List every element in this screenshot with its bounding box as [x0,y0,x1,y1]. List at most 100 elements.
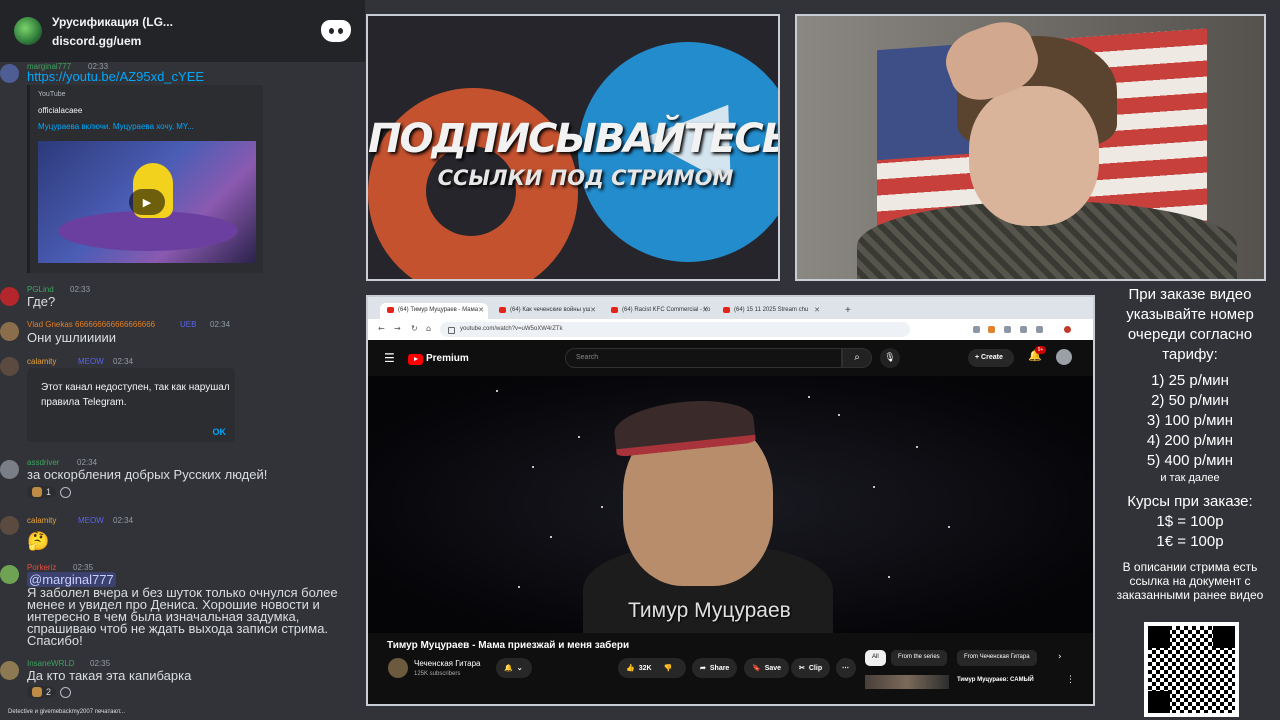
profile-icon[interactable] [1064,326,1071,333]
order-info-panel: При заказе видео указывайте номер очеред… [1100,282,1280,720]
youtube-header: ☰ Premium Search ⌕ 🎙 + Create 🔔 9+ [368,340,1093,376]
chevron-down-icon: ⌄ [516,665,523,672]
timestamp: 02:34 [113,357,134,366]
tab-label: (64) Racist KFC Commercial - Yo [622,307,711,313]
extension-icon[interactable] [1036,326,1043,333]
username[interactable]: PGLind [27,285,54,294]
browser-tab[interactable]: (64) Как чеченские войны уш ✕ [492,303,600,319]
address-bar: ← → ↻ ⌂ youtube.com/watch?v=uW5oXW4rZTk [368,319,1093,340]
subscribe-bell-button[interactable]: 🔔 ⌄ [496,658,532,678]
chevron-right-icon[interactable]: › [1058,652,1062,662]
video-player[interactable]: Тимур Муцураев [368,376,1093,633]
server-header[interactable]: Урусификация (LG... discord.gg/uem [0,0,365,62]
message-text: Где? [27,294,56,309]
add-reaction-icon[interactable] [60,686,72,698]
extension-icon[interactable] [1020,326,1027,333]
invite-link[interactable]: discord.gg/uem [52,34,321,48]
avatar[interactable] [1056,349,1072,365]
promo-subtitle: ССЫЛКИ ПОД СТРИМОМ [437,166,734,190]
search-icon[interactable]: ⌕ [842,348,872,368]
embed-title[interactable]: Муцураева включи. Муцураева хочу. MY... [38,122,194,131]
browser-tab[interactable]: (64) Racist KFC Commercial - Yo ✕ [604,303,712,319]
browser-tab[interactable]: (64) 15 11 2025 Stream chu ✕ [716,303,824,319]
message-text: Они ушлиииии [27,330,116,345]
like-button[interactable]: 👍 32K 👎 [618,658,686,678]
tariff-etc: и так далее [1160,472,1220,484]
thumbs-down-icon[interactable]: 👎 [664,664,673,672]
extension-icon[interactable] [973,326,980,333]
browser-tab[interactable]: (64) Тимур Муцураев - Мама ✕ [380,303,488,319]
forward-icon[interactable]: → [394,324,401,333]
username[interactable]: calamity [27,516,56,525]
timestamp: 02:34 [113,516,134,525]
microphone-icon[interactable]: 🎙 [880,348,900,368]
avatar [0,287,19,306]
star-decoration [873,486,875,488]
star-decoration [496,390,498,392]
create-button[interactable]: + Create [968,349,1014,367]
embed-author[interactable]: officialacaee [38,106,82,115]
add-reaction-icon[interactable] [60,486,72,498]
recommended-thumbnail[interactable] [865,675,949,689]
username[interactable]: InsaneWRLD [27,659,75,668]
user-tag: UEB [180,320,197,329]
back-icon[interactable]: ← [378,324,385,333]
chip-channel[interactable]: From Чеченская Гитара [957,650,1037,666]
play-icon[interactable]: ▶ [129,189,165,215]
reaction-chip[interactable]: 2 [27,686,57,698]
tariff-2: 2) 50 р/мин [1151,392,1229,409]
chip-series[interactable]: From the series [891,650,947,666]
extension-icon[interactable] [1004,326,1011,333]
search-input[interactable]: Search [565,348,842,368]
reload-icon[interactable]: ↻ [411,324,418,333]
close-icon[interactable]: ✕ [478,306,484,314]
avatar [0,357,19,376]
youtube-logo-icon[interactable] [408,354,423,365]
channel-avatar[interactable] [388,658,408,678]
rate-eur: 1€ = 100р [1156,533,1224,550]
tab-label: (64) Как чеченские войны уш [510,307,591,313]
tariff-5: 5) 400 р/мин [1146,452,1234,469]
home-icon[interactable]: ⌂ [426,324,431,333]
avatar [0,460,19,479]
promo-title: ПОДПИСЫВАЙТЕСЬ [368,116,780,162]
embed-thumbnail[interactable]: ▶ [38,141,256,263]
timestamp: 02:35 [73,563,94,572]
notice-ok-button[interactable]: OK [213,427,227,437]
star-decoration [532,466,534,468]
discord-logo-icon [321,20,351,42]
clip-button[interactable]: ✂ Clip [791,658,831,678]
username[interactable]: Porkeriz [27,563,56,572]
save-button[interactable]: 🔖 Save [744,658,790,678]
close-icon[interactable]: ✕ [590,306,596,314]
share-label: Share [709,664,730,672]
username[interactable]: Vlad Gnekas 666666666666666666 [27,320,155,329]
url-field[interactable]: youtube.com/watch?v=uW5oXW4rZTk [440,322,910,337]
streamer-face [969,86,1099,226]
username[interactable]: calamity [27,357,56,366]
username[interactable]: assdriver [27,458,59,467]
reaction-bar: 1 [27,484,72,500]
recommended-title[interactable]: Тимур Муцураев: САМЫЙ [957,677,1034,683]
youtube-embed[interactable]: YouTube officialacaee Муцураева включи. … [27,85,263,273]
close-icon[interactable]: ✕ [814,306,820,314]
info-intro: При заказе видео указывайте номер очеред… [1126,286,1254,363]
channel-name[interactable]: Чеченская Гитара [414,659,481,668]
clip-label: Clip [808,664,823,672]
close-icon[interactable]: ✕ [702,306,708,314]
tariff-1: 1) 25 р/мин [1151,372,1229,389]
more-icon[interactable]: ⋮ [1066,675,1075,685]
more-actions-button[interactable]: ⋯ [836,658,856,678]
message-link[interactable]: https://youtu.be/AZ95xd_cYEE [27,70,204,83]
youtube-brand[interactable]: Premium [426,353,469,364]
extension-icon[interactable] [988,326,995,333]
rate-usd: 1$ = 100р [1156,513,1224,530]
reaction-chip[interactable]: 1 [27,486,57,498]
avatar [0,322,19,341]
reaction-count: 1 [46,487,52,497]
typing-indicator: Detective и givemebackmy2007 печатают... [8,709,125,715]
new-tab-icon[interactable]: + [845,305,851,316]
share-button[interactable]: ➦ Share [692,658,738,678]
menu-icon[interactable]: ☰ [384,351,395,365]
chip-all[interactable]: All [865,650,886,666]
